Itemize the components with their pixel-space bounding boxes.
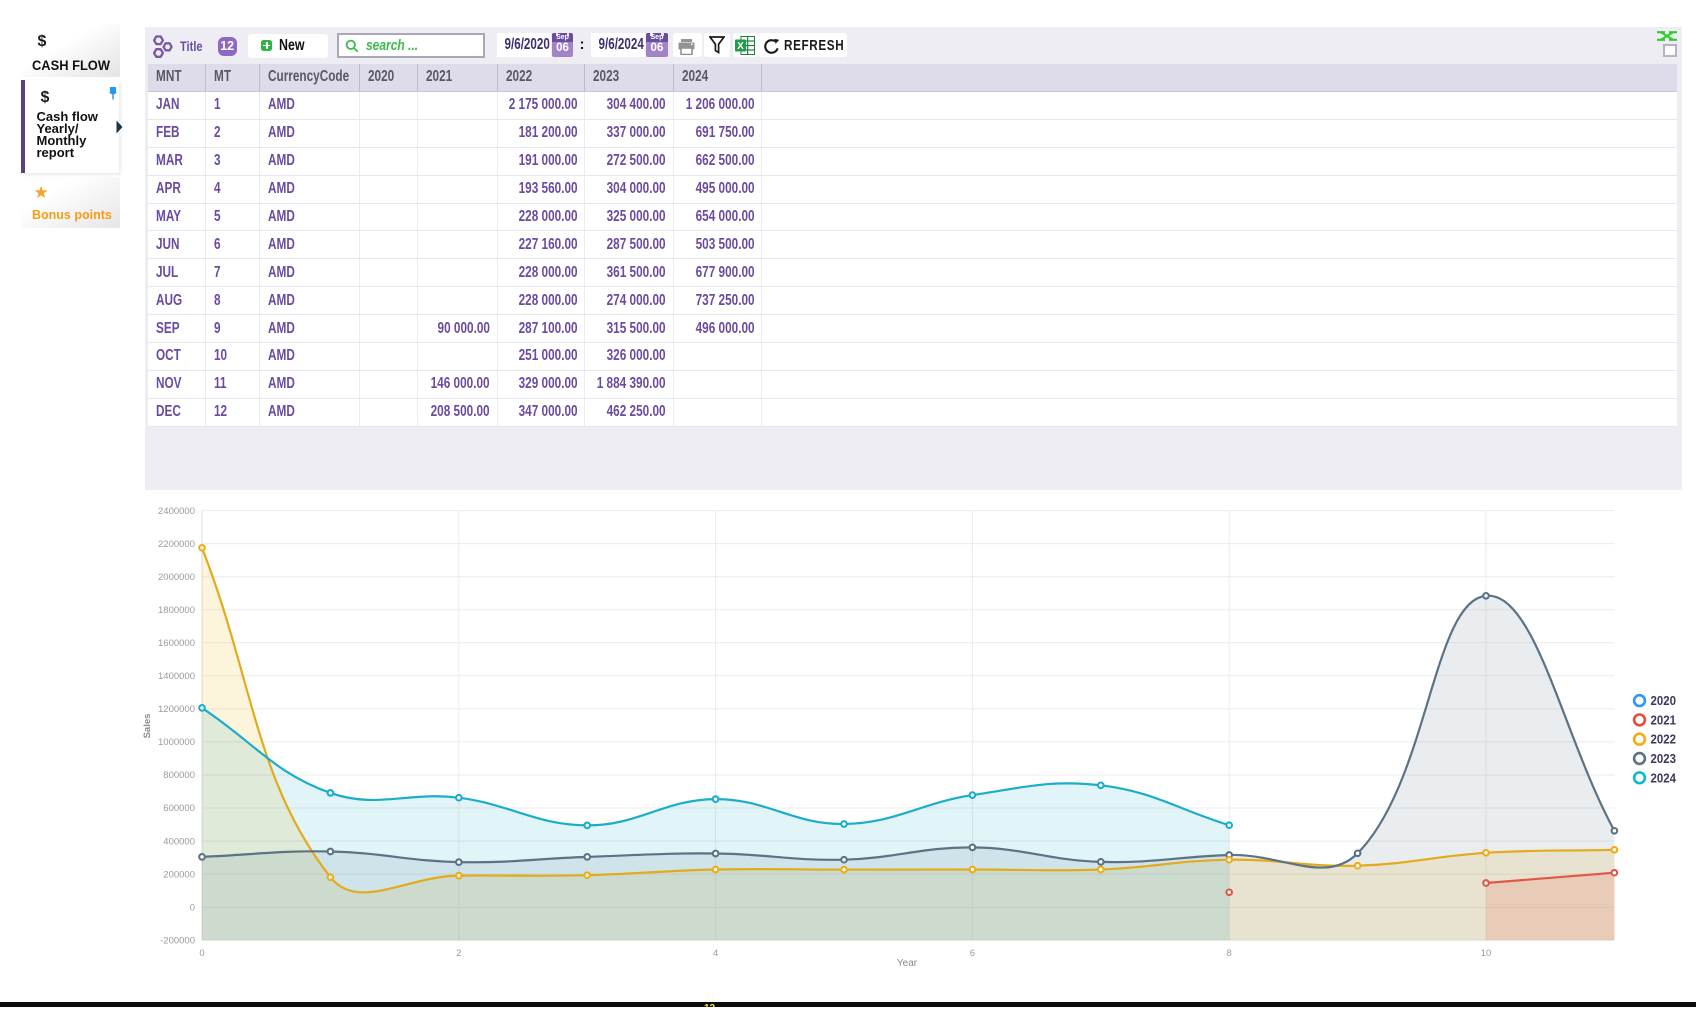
svg-text:Year: Year	[897, 958, 918, 969]
svg-text:2: 2	[456, 948, 461, 959]
svg-text:400000: 400000	[163, 836, 195, 847]
svg-text:2021: 2021	[1651, 712, 1677, 727]
svg-text:2020: 2020	[1651, 693, 1677, 708]
svg-text:2000000: 2000000	[158, 572, 195, 583]
svg-text:800000: 800000	[163, 770, 195, 781]
svg-text:2022: 2022	[1651, 732, 1677, 747]
svg-text:1400000: 1400000	[158, 671, 195, 682]
svg-text:2024: 2024	[1651, 770, 1677, 785]
svg-text:1000000: 1000000	[158, 737, 195, 748]
svg-text:600000: 600000	[163, 803, 195, 814]
svg-text:-200000: -200000	[160, 935, 195, 946]
svg-text:1200000: 1200000	[158, 704, 195, 715]
svg-text:1800000: 1800000	[158, 605, 195, 616]
svg-text:200000: 200000	[163, 869, 195, 880]
svg-text:0: 0	[199, 948, 204, 959]
svg-text:Sales: Sales	[142, 714, 153, 739]
svg-text:6: 6	[970, 948, 975, 959]
svg-text:2200000: 2200000	[158, 539, 195, 550]
svg-text:2400000: 2400000	[158, 506, 195, 517]
svg-text:1600000: 1600000	[158, 638, 195, 649]
svg-text:0: 0	[190, 902, 195, 913]
svg-text:4: 4	[713, 948, 718, 959]
svg-text:10: 10	[1481, 948, 1492, 959]
svg-text:8: 8	[1227, 948, 1232, 959]
svg-text:2023: 2023	[1651, 751, 1677, 766]
